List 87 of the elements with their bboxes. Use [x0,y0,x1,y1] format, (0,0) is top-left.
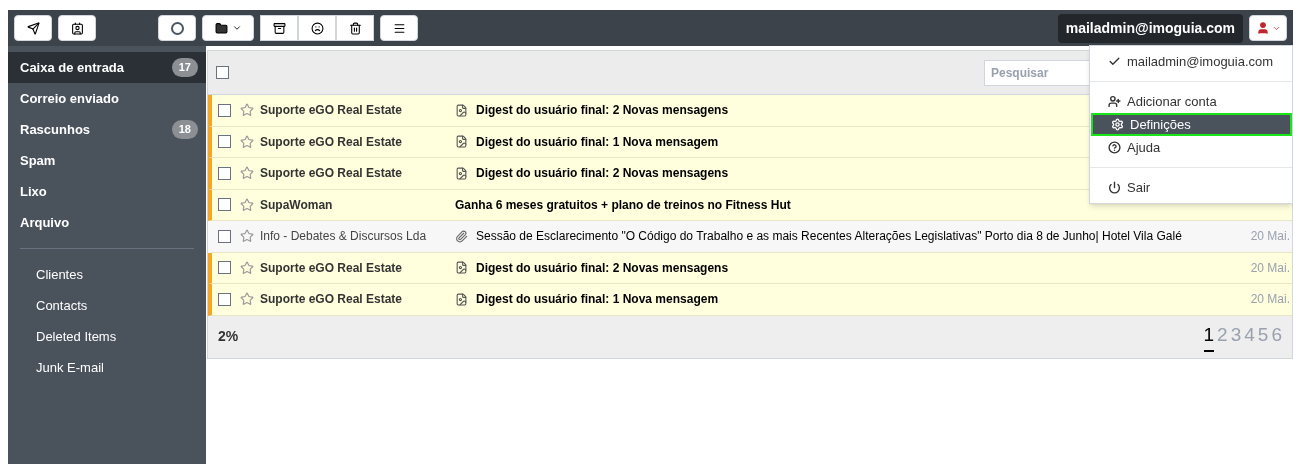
message-date: 20 Mai. [1250,259,1291,277]
folder-label: Caixa de entrada [20,58,125,77]
user-icon [1255,21,1270,35]
message-checkbox[interactable] [218,229,231,243]
move-folder-button[interactable] [202,15,254,41]
message-sender: Suporte eGO Real Estate [260,133,404,151]
star-icon[interactable] [240,292,254,307]
message-subject: Digest do usuário final: 2 Novas mensagens [476,259,729,277]
message-checkbox[interactable] [218,135,231,149]
message-subject: Digest do usuário final: 1 Nova mensagem [476,133,719,151]
progress-text: 2% [218,327,239,346]
image-file-icon [455,261,468,275]
image-file-icon [455,103,468,117]
subfolder-item[interactable]: Junk E-mail [8,352,206,383]
delete-button[interactable] [336,15,374,41]
star-icon[interactable] [240,229,254,244]
message-row[interactable]: Suporte eGO Real Estate Digest do usuário final: 1 Nova mensagem 20 Mai. [208,284,1292,316]
message-sender: SupaWoman [260,196,334,214]
folder-icon [214,21,228,35]
help-icon [1108,141,1121,154]
message-subject: Digest do usuário final: 1 Nova mensagem [476,291,719,309]
message-date: 20 Mai. [1250,291,1291,309]
caret-icon [231,23,242,33]
message-checkbox[interactable] [218,198,231,212]
message-row[interactable]: Info - Debates & Discursos Lda Sessão de Esclarecimento "O Código do Trabalho e as mais Recentes Alterações Legislativas" Porto dia 8 de Junho| Hotel Vila Galé 20 Mai. [208,221,1292,253]
paper-plane-icon [26,21,40,35]
message-subject: Digest do usuário final: 2 Novas mensagens [476,102,729,120]
check-icon [1108,55,1121,68]
subfolder-item[interactable]: Deleted Items [8,321,206,352]
message-subject: Sessão de Esclarecimento "O Código do Trabalho e as mais Recentes Alterações Legislativas" Porto dia 8 de Junho| Hotel Vila Galé [476,228,1182,246]
archive-icon [272,21,286,35]
message-checkbox[interactable] [218,261,231,275]
star-icon[interactable] [240,134,254,149]
spam-button[interactable] [298,15,336,41]
frown-icon [310,21,324,35]
message-sender: Info - Debates & Discursos Lda [260,228,428,246]
folder-label: Correio enviado [20,89,119,108]
message-checkbox[interactable] [218,292,231,306]
folder-label: Arquivo [20,213,70,232]
folder-item[interactable]: Arquivo [8,207,206,238]
power-icon [1108,181,1121,194]
trash-icon [348,21,362,35]
message-sender: Suporte eGO Real Estate [260,165,404,183]
message-sender: Suporte eGO Real Estate [260,291,404,309]
paperclip-icon [455,229,468,243]
folder-item[interactable]: Lixo [8,176,206,207]
star-icon[interactable] [240,103,254,118]
folder-item[interactable]: Correio enviado [8,83,206,114]
image-file-icon [455,135,468,149]
folder-label: Spam [20,151,56,170]
message-sender: Suporte eGO Real Estate [260,259,404,277]
menu-item[interactable]: Ajuda [1090,136,1292,159]
user-plus-icon [1108,95,1121,108]
folder-item[interactable]: Rascunhos 18 [8,114,206,145]
subfolder-item[interactable]: Contacts [8,290,206,321]
subfolder-item[interactable]: Clientes [8,259,206,290]
message-subject: Digest do usuário final: 2 Novas mensagens [476,165,729,183]
page-link[interactable]: 1 [1203,321,1215,352]
unread-count: 18 [171,120,198,139]
image-file-icon [455,166,468,180]
menu-button[interactable] [380,15,418,41]
menu-item[interactable]: Definições [1091,113,1292,136]
message-row[interactable]: Suporte eGO Real Estate Digest do usuário final: 2 Novas mensagens 20 Mai. [208,252,1292,284]
refresh-button[interactable] [158,15,196,41]
image-file-icon [455,292,468,306]
contact-card-icon [70,21,84,35]
account-button[interactable] [1249,15,1287,41]
archive-button[interactable] [260,15,298,41]
message-date: 20 Mai. [1250,228,1291,246]
message-subject: Ganha 6 meses gratuitos + plano de treinos no Fitness Hut [455,196,791,214]
message-checkbox[interactable] [218,166,231,180]
star-icon[interactable] [240,260,254,275]
folder-item[interactable]: Caixa de entrada 17 [8,52,206,83]
select-all-checkbox[interactable] [216,66,229,79]
compose-button[interactable] [14,15,52,41]
folder-label: Rascunhos [20,120,91,139]
star-icon[interactable] [240,197,254,212]
unread-count: 17 [171,58,198,77]
settings-icon [1111,118,1124,131]
message-sender: Suporte eGO Real Estate [260,102,404,120]
menu-icon [392,21,406,35]
account-email: mailadmin@imoguia.com [1057,13,1243,43]
message-checkbox[interactable] [218,103,231,117]
folder-label: Lixo [20,182,47,201]
star-icon[interactable] [240,166,254,181]
folder-item[interactable]: Spam [8,145,206,176]
contacts-button[interactable] [58,15,96,41]
